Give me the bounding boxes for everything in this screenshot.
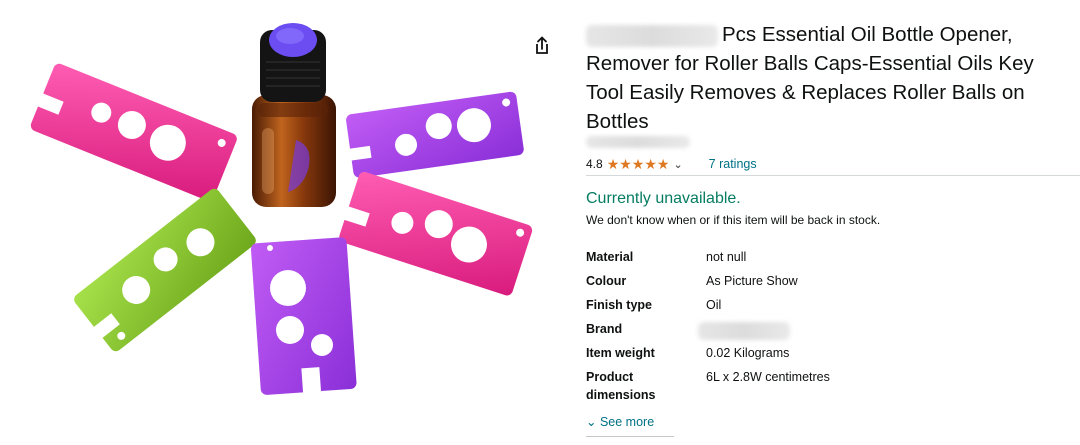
spec-value: Oil <box>706 298 722 312</box>
spec-key-line-2: dimensions <box>586 388 656 402</box>
redacted-link <box>586 136 690 148</box>
divider <box>586 175 1080 176</box>
spec-key: Finish type <box>586 298 652 312</box>
title-line-2: Remover for Roller Balls Caps-Essential … <box>586 52 1034 75</box>
share-button[interactable] <box>530 34 554 58</box>
redacted-brand-value <box>698 322 790 340</box>
spec-key: Material <box>586 250 634 264</box>
redacted-brand <box>586 24 718 47</box>
title-line-3: Tool Easily Removes & Replaces Roller Ba… <box>586 81 1025 104</box>
spec-key: Item weight <box>586 346 655 360</box>
divider-bottom <box>586 436 674 437</box>
spec-value: As Picture Show <box>706 274 798 288</box>
chevron-down-icon: ⌄ <box>586 415 597 429</box>
ratings-count-link[interactable]: 7 ratings <box>709 157 757 171</box>
star-icon: ★★★★★ <box>606 155 670 172</box>
spec-value: 0.02 Kilograms <box>706 346 790 360</box>
opener-tool-pink-right <box>339 171 533 296</box>
opener-tool-purple-right <box>346 91 524 178</box>
see-more-label: See more <box>599 415 655 429</box>
chevron-down-icon[interactable]: ⌄ <box>673 158 682 171</box>
availability-message: We don't know when or if this item will … <box>586 213 881 227</box>
availability-status: Currently unavailable. <box>586 190 741 207</box>
spec-key-line-1: Product <box>586 370 634 384</box>
share-icon <box>536 36 548 54</box>
product-image[interactable] <box>0 0 560 440</box>
spec-key: Product dimensions <box>586 368 696 404</box>
rating-value: 4.8 <box>586 157 603 171</box>
spec-value: not null <box>706 250 747 264</box>
spec-key: Brand <box>586 322 623 336</box>
opener-tool-pink-left <box>30 63 237 201</box>
spec-key: Colour <box>586 274 627 288</box>
spec-value: 6L x 2.8W centimetres <box>706 370 830 384</box>
title-line-1: Pcs Essential Oil Bottle Opener, <box>722 23 1013 46</box>
rating-summary[interactable]: 4.8 ★★★★★ ⌄ 7 ratings <box>586 155 757 173</box>
essential-oil-bottle <box>252 23 336 207</box>
opener-tool-purple-bottom <box>250 237 357 395</box>
product-image-art <box>30 23 533 395</box>
opener-tool-green <box>74 188 256 352</box>
product-title[interactable]: Pcs Essential Oil Bottle Opener, Remover… <box>586 20 1066 136</box>
see-more-link[interactable]: ⌄ See more <box>586 414 654 429</box>
title-line-4: Bottles <box>586 110 649 133</box>
